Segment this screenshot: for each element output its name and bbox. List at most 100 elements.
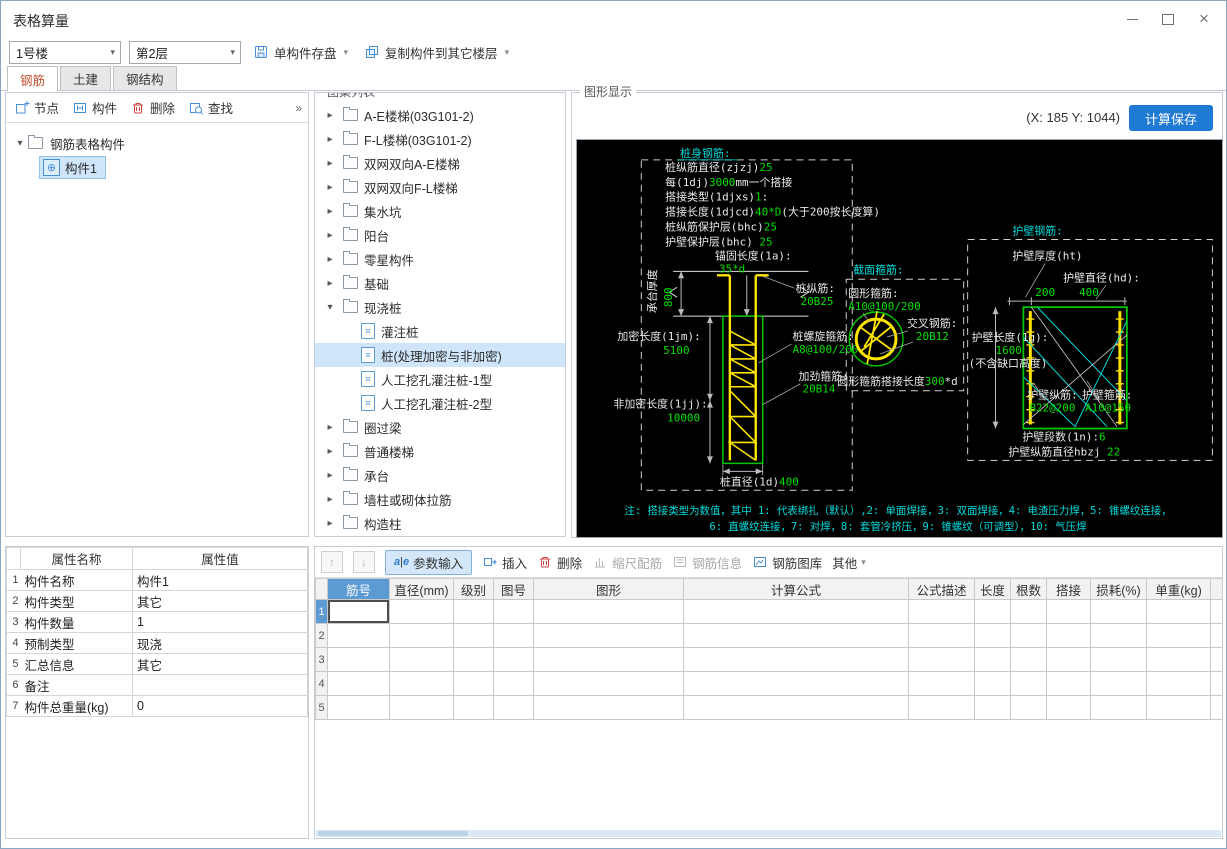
maximize-icon[interactable]: [1154, 7, 1182, 31]
delete-row-button[interactable]: 删除: [537, 553, 582, 572]
row-number[interactable]: 3: [315, 647, 328, 672]
cell[interactable]: [1210, 647, 1222, 672]
rebar-library-button[interactable]: 钢筋图库: [752, 553, 822, 572]
cell[interactable]: [453, 599, 494, 624]
row-number[interactable]: 1: [315, 599, 328, 624]
cell[interactable]: [1146, 599, 1211, 624]
atlas-item[interactable]: ▾ 现浇桩: [315, 295, 565, 319]
scrollbar-thumb[interactable]: [318, 831, 468, 836]
atlas-item[interactable]: ▸ 集水坑: [315, 199, 565, 223]
cell[interactable]: [1090, 599, 1147, 624]
atlas-item[interactable]: ▸ F-L楼梯(03G101-2): [315, 127, 565, 151]
cell[interactable]: [453, 623, 494, 648]
atlas-item[interactable]: ▸ 双网双向F-L楼梯: [315, 175, 565, 199]
cell[interactable]: [974, 623, 1011, 648]
atlas-item[interactable]: ▸ 圈过梁: [315, 415, 565, 439]
cell[interactable]: [1010, 623, 1047, 648]
building-selector[interactable]: 1号楼 ▾: [9, 40, 121, 64]
cad-canvas[interactable]: 桩身钢筋: 桩纵筋直径(zjzj)25 每(1dj)3000mm一个搭接 搭接类…: [576, 139, 1223, 538]
atlas-item[interactable]: ▸ 双网双向A-E楼梯: [315, 151, 565, 175]
cell[interactable]: [533, 599, 684, 624]
atlas-item[interactable]: ▸ 构造柱: [315, 511, 565, 535]
cell[interactable]: [1210, 671, 1222, 696]
cell[interactable]: [908, 623, 975, 648]
tab-civil[interactable]: 土建: [60, 66, 112, 90]
col-header[interactable]: 筋号: [327, 578, 390, 600]
cell[interactable]: [327, 695, 390, 720]
cell[interactable]: [327, 647, 390, 672]
parameter-input-button[interactable]: a|e 参数输入: [385, 549, 473, 575]
other-menu-button[interactable]: 其他 ▾: [832, 553, 866, 572]
col-header[interactable]: 损耗(%): [1090, 578, 1147, 600]
cell[interactable]: [974, 671, 1011, 696]
col-header[interactable]: 搭接: [1046, 578, 1091, 600]
property-value[interactable]: 1: [132, 611, 308, 633]
property-value[interactable]: [132, 674, 308, 696]
move-down-button[interactable]: ↓: [353, 551, 375, 573]
col-header[interactable]: 计算公式: [683, 578, 909, 600]
cell[interactable]: [1090, 647, 1147, 672]
toolbar-overflow-button[interactable]: »: [295, 101, 302, 115]
cell[interactable]: [389, 623, 454, 648]
atlas-item[interactable]: ▸ 零星构件: [315, 247, 565, 271]
col-header[interactable]: 公式描述: [908, 578, 975, 600]
cell[interactable]: [533, 623, 684, 648]
cell[interactable]: [1146, 671, 1211, 696]
cell[interactable]: [1046, 623, 1091, 648]
cell[interactable]: [683, 599, 909, 624]
cell[interactable]: [1010, 599, 1047, 624]
atlas-item[interactable]: ▸ 墙柱或砌体拉筋: [315, 487, 565, 511]
calculate-save-button[interactable]: 计算保存: [1129, 105, 1213, 131]
cell[interactable]: [908, 695, 975, 720]
col-header[interactable]: 根数: [1010, 578, 1047, 600]
cell[interactable]: [533, 671, 684, 696]
cell[interactable]: [533, 647, 684, 672]
row-number[interactable]: 5: [315, 695, 328, 720]
atlas-item[interactable]: ▸ A-E楼梯(03G101-2): [315, 103, 565, 127]
cell[interactable]: [1210, 623, 1222, 648]
add-node-button[interactable]: 节点: [14, 98, 59, 117]
tab-rebar[interactable]: 钢筋: [7, 66, 59, 91]
cell[interactable]: [908, 647, 975, 672]
tab-steel-structure[interactable]: 钢结构: [113, 66, 177, 90]
find-button[interactable]: 查找: [188, 98, 233, 117]
cell[interactable]: [683, 647, 909, 672]
property-value[interactable]: 现浇: [132, 632, 308, 654]
cell[interactable]: [327, 623, 390, 648]
cell[interactable]: [1146, 695, 1211, 720]
cell[interactable]: [1046, 599, 1091, 624]
col-header[interactable]: 单重(kg): [1146, 578, 1211, 600]
cell[interactable]: [453, 671, 494, 696]
cell[interactable]: [493, 623, 534, 648]
cell[interactable]: [908, 599, 975, 624]
cell[interactable]: [453, 695, 494, 720]
col-header[interactable]: 总: [1210, 578, 1222, 600]
properties-header-value[interactable]: 属性值: [132, 547, 308, 570]
cell[interactable]: [1010, 647, 1047, 672]
cell[interactable]: [327, 671, 390, 696]
cell[interactable]: [683, 623, 909, 648]
insert-row-button[interactable]: 插入: [482, 553, 527, 572]
row-number[interactable]: 2: [315, 623, 328, 648]
col-header[interactable]: 级别: [453, 578, 494, 600]
cell[interactable]: [683, 671, 909, 696]
col-header[interactable]: 图号: [493, 578, 534, 600]
move-up-button[interactable]: ↑: [321, 551, 343, 573]
atlas-item-selected[interactable]: ≡ 桩(处理加密与非加密): [315, 343, 565, 367]
save-component-button[interactable]: 单构件存盘 ▾: [249, 40, 352, 65]
property-value[interactable]: 构件1: [132, 569, 308, 591]
cell[interactable]: [1010, 695, 1047, 720]
horizontal-scrollbar[interactable]: [316, 830, 1221, 837]
cell[interactable]: [974, 599, 1011, 624]
cell[interactable]: [493, 599, 534, 624]
cell[interactable]: [1090, 695, 1147, 720]
property-value[interactable]: 其它: [132, 590, 308, 612]
cell[interactable]: [493, 647, 534, 672]
cell[interactable]: [1146, 647, 1211, 672]
cell[interactable]: [974, 695, 1011, 720]
atlas-item[interactable]: ▸ 基础: [315, 271, 565, 295]
atlas-item[interactable]: ▸ 承台: [315, 463, 565, 487]
cell[interactable]: [1090, 623, 1147, 648]
tree-item-row[interactable]: ⊕ 构件1: [6, 155, 308, 179]
delete-button[interactable]: 删除: [130, 98, 175, 117]
